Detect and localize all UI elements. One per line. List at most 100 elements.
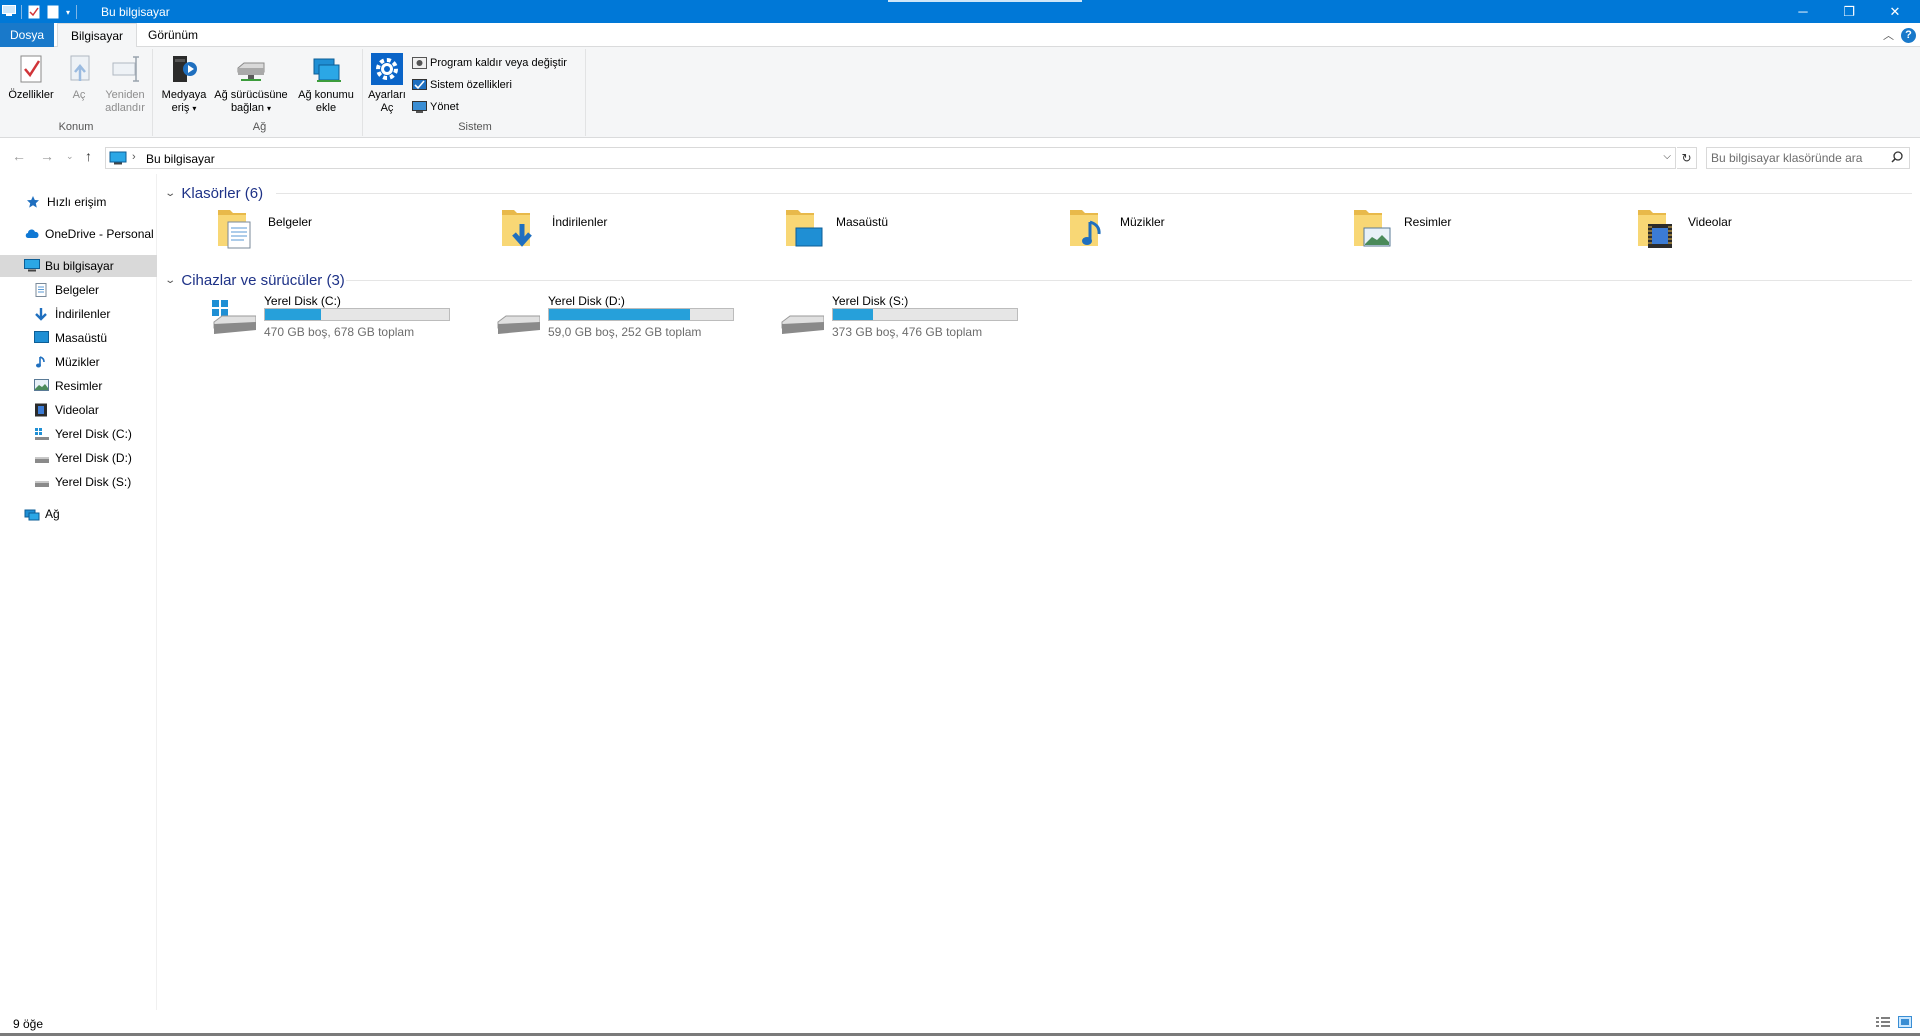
music-folder-icon <box>1068 206 1108 250</box>
collapse-chevron-icon[interactable]: ⌄ <box>164 188 176 199</box>
rename-button[interactable]: Yeniden adlandır <box>100 53 150 115</box>
music-note-icon <box>34 355 50 369</box>
ribbon-tabs: Dosya Bilgisayar Görünüm ︿ ? <box>0 23 1920 48</box>
network-location-icon <box>310 53 342 85</box>
computer-icon <box>109 151 127 165</box>
drive-usage-bar <box>832 308 1018 321</box>
uninstall-program-button[interactable]: Program kaldır veya değiştir <box>412 54 567 72</box>
new-folder-icon[interactable] <box>47 5 60 19</box>
help-icon[interactable]: ? <box>1901 28 1916 43</box>
dropdown-arrow-icon: ▾ <box>267 104 272 113</box>
sidebar-item-quick-access[interactable]: Hızlı erişim <box>0 191 157 213</box>
tab-file[interactable]: Dosya <box>0 23 54 47</box>
ribbon-group-network: Medyaya eriş ▾ Ağ sürücüsüne bağlan ▾ Ağ… <box>157 49 363 136</box>
toolbar-separator <box>76 5 78 19</box>
star-icon <box>26 195 42 209</box>
open-button[interactable]: Aç <box>64 53 94 102</box>
folder-music[interactable]: Müzikler <box>1068 206 1328 256</box>
tab-view[interactable]: Görünüm <box>135 23 211 47</box>
details-view-icon[interactable] <box>1876 1016 1890 1028</box>
address-bar[interactable]: › Bu bilgisayar ⌵ <box>105 147 1676 169</box>
folder-downloads[interactable]: İndirilenler <box>500 206 760 256</box>
sidebar-item-desktop[interactable]: Masaüstü <box>0 327 157 349</box>
collapse-ribbon-icon[interactable]: ︿ <box>1883 27 1894 43</box>
title-bar: ▾ Bu bilgisayar ─ ❐ ✕ <box>0 0 1920 23</box>
pictures-folder-icon <box>1352 206 1392 250</box>
drive-usage-bar <box>548 308 734 321</box>
search-input[interactable] <box>1711 150 1881 166</box>
forward-arrow-icon[interactable]: → <box>40 148 54 164</box>
videos-folder-icon <box>1636 206 1676 250</box>
documents-folder-icon <box>216 206 256 250</box>
address-history-dropdown-icon[interactable]: ⌵ <box>1663 151 1671 162</box>
close-button[interactable]: ✕ <box>1872 0 1918 23</box>
sidebar-item-disk-s[interactable]: Yerel Disk (S:) <box>0 471 157 493</box>
downloads-folder-icon <box>500 206 540 250</box>
drive-c[interactable]: Yerel Disk (C:) 470 GB boş, 678 GB topla… <box>212 294 472 342</box>
sidebar-item-documents[interactable]: Belgeler <box>0 279 157 301</box>
media-access-button[interactable]: Medyaya eriş ▾ <box>161 53 207 115</box>
ribbon-group-location: Özellikler Aç Yeniden adlandır Konum <box>0 49 153 136</box>
minimize-button[interactable]: ─ <box>1780 0 1826 23</box>
drive-usage-fill <box>833 309 873 320</box>
map-network-drive-button[interactable]: Ağ sürücüsüne bağlan ▾ <box>211 53 291 115</box>
large-icons-view-icon[interactable] <box>1898 1016 1912 1028</box>
folder-videos[interactable]: Videolar <box>1636 206 1896 256</box>
status-bar: 9 öğe <box>0 1010 1920 1036</box>
drive-usage-fill <box>265 309 322 320</box>
restore-button[interactable]: ❐ <box>1826 0 1872 23</box>
sidebar-item-music[interactable]: Müzikler <box>0 351 157 373</box>
group-header-folders[interactable]: ⌄ Klasörler (6) <box>164 183 1912 203</box>
sidebar-item-disk-d[interactable]: Yerel Disk (D:) <box>0 447 157 469</box>
windows-drive-icon <box>34 427 50 441</box>
customize-toolbar-dropdown-icon[interactable]: ▾ <box>66 8 70 17</box>
properties-button[interactable]: Özellikler <box>6 53 56 102</box>
properties-icon[interactable] <box>28 5 41 19</box>
sidebar-item-disk-c[interactable]: Yerel Disk (C:) <box>0 423 157 445</box>
hard-drive-icon <box>34 475 50 489</box>
uninstall-icon <box>412 56 427 70</box>
group-label-location: Konum <box>58 121 94 133</box>
drive-usage-bar <box>264 308 450 321</box>
computer-icon[interactable] <box>2 5 16 19</box>
refresh-button[interactable]: ↻ <box>1677 147 1697 169</box>
add-network-location-button[interactable]: Ağ konumu ekle <box>293 53 359 115</box>
folder-desktop[interactable]: Masaüstü <box>784 206 1044 256</box>
navigation-pane: Hızlı erişim OneDrive - Personal Bu bilg… <box>0 174 157 1010</box>
hard-drive-icon <box>34 451 50 465</box>
up-arrow-icon[interactable]: ↑ <box>85 148 92 164</box>
manage-button[interactable]: Yönet <box>412 98 459 116</box>
group-label-network: Ağ <box>252 121 267 133</box>
recent-locations-chevron-icon[interactable]: ⌄ <box>66 151 74 162</box>
sidebar-item-onedrive[interactable]: OneDrive - Personal <box>0 223 157 245</box>
collapse-chevron-icon[interactable]: ⌄ <box>164 275 176 286</box>
back-arrow-icon[interactable]: ← <box>12 148 26 164</box>
group-divider <box>276 193 1912 194</box>
cloud-icon <box>24 227 40 241</box>
group-header-drives[interactable]: ⌄ Cihazlar ve sürücüler (3) <box>164 270 1912 290</box>
search-box[interactable] <box>1706 147 1910 169</box>
rename-icon <box>109 53 141 85</box>
system-properties-button[interactable]: Sistem özellikleri <box>412 76 512 94</box>
search-icon[interactable] <box>1891 151 1903 163</box>
windows-drive-icon <box>212 300 257 336</box>
breadcrumb-this-pc[interactable]: Bu bilgisayar <box>146 152 215 166</box>
sidebar-item-downloads[interactable]: İndirilenler <box>0 303 157 325</box>
network-drive-icon <box>235 53 267 85</box>
tab-computer[interactable]: Bilgisayar <box>57 23 138 48</box>
drive-s[interactable]: Yerel Disk (S:) 373 GB boş, 476 GB topla… <box>780 294 1040 342</box>
system-properties-icon <box>412 78 427 92</box>
hard-drive-icon <box>780 300 825 336</box>
sidebar-item-network[interactable]: Ağ <box>0 503 157 525</box>
title-accent-line <box>888 0 1082 2</box>
sidebar-item-this-pc[interactable]: Bu bilgisayar <box>0 255 157 277</box>
group-divider <box>346 280 1912 281</box>
sidebar-item-pictures[interactable]: Resimler <box>0 375 157 397</box>
folder-documents[interactable]: Belgeler <box>216 206 476 256</box>
drive-d[interactable]: Yerel Disk (D:) 59,0 GB boş, 252 GB topl… <box>496 294 756 342</box>
open-settings-button[interactable]: Ayarları Aç <box>367 53 407 115</box>
properties-icon <box>15 53 47 85</box>
folder-pictures[interactable]: Resimler <box>1352 206 1612 256</box>
sidebar-item-videos[interactable]: Videolar <box>0 399 157 421</box>
breadcrumb-separator-icon[interactable]: › <box>132 151 136 163</box>
